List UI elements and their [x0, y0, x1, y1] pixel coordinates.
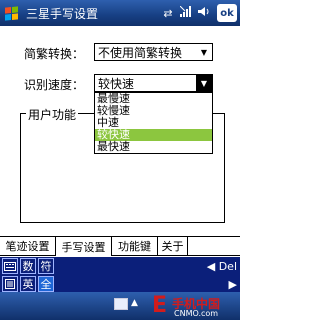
conversion-label: 简繁转换： [24, 47, 85, 61]
speed-select[interactable]: 较快速 ▼ [94, 74, 213, 92]
windows-start-icon[interactable] [0, 0, 22, 26]
bottom-bar: ▲ E 手机中国 CNMO.com [0, 292, 240, 320]
keyboard-icon[interactable] [2, 258, 18, 274]
ime-row-1: 数 符 ◀ Del [0, 257, 240, 275]
ime-key-symbol[interactable]: 符 [38, 258, 54, 274]
signal-icon[interactable] [177, 5, 195, 20]
conversion-value: 不使用简繁转换 [98, 45, 183, 60]
connectivity-icon[interactable]: ⇄ [159, 7, 177, 20]
tab-function-keys[interactable]: 功能键 [112, 237, 158, 256]
ok-button[interactable]: ok [217, 4, 237, 22]
tab-handwriting-settings[interactable]: 手写设置 [56, 236, 112, 256]
chevron-down-icon: ▼ [200, 47, 208, 57]
enter-key[interactable]: ▶ [229, 278, 237, 291]
speed-label: 识别速度： [24, 78, 85, 92]
app-title: 三星手写设置 [26, 6, 99, 21]
volume-icon[interactable] [195, 6, 213, 20]
tab-about[interactable]: 关于 [158, 237, 188, 256]
chevron-up-icon[interactable]: ▲ [131, 298, 138, 308]
tab-bar: 笔迹设置 手写设置 功能键 关于 [0, 236, 240, 256]
input-panel-icon[interactable] [114, 298, 128, 310]
menu-icon[interactable] [2, 276, 18, 292]
ime-row-2: 英 全 ▶ [0, 275, 240, 293]
group-title: 用户功能 [26, 106, 79, 123]
conversion-select[interactable]: 不使用简繁转换 ▼ [94, 43, 213, 61]
chevron-down-icon: ▼ [196, 75, 212, 91]
speed-value: 较快速 [98, 76, 135, 91]
ime-key-number[interactable]: 数 [20, 258, 36, 274]
delete-key[interactable]: ◀ Del [207, 260, 237, 273]
title-bar: 三星手写设置 ⇄ ok [0, 0, 240, 26]
logo-mark-icon: E [152, 293, 168, 318]
tab-stroke-settings[interactable]: 笔迹设置 [0, 237, 56, 256]
watermark-logo: E 手机中国 CNMO.com [152, 294, 236, 320]
speed-option[interactable]: 最快速 [95, 141, 212, 153]
ime-key-fullwidth[interactable]: 全 [38, 276, 54, 292]
speed-dropdown-list: 最慢速 较慢速 中速 较快速 最快速 [94, 92, 213, 154]
ime-key-english[interactable]: 英 [20, 276, 36, 292]
watermark-en: CNMO.com [174, 309, 219, 318]
